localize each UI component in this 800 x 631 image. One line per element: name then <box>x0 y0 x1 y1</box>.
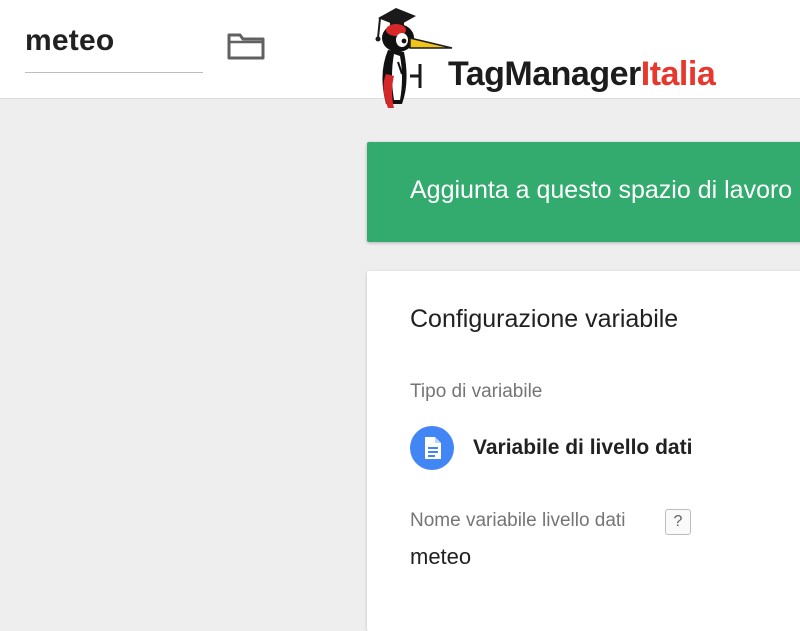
variable-name-field[interactable]: meteo <box>25 22 203 73</box>
variable-name-value[interactable]: meteo <box>25 24 114 58</box>
variable-type-label: Tipo di variabile <box>410 381 543 402</box>
logo-text-accent: Italia <box>640 55 716 93</box>
variable-type-value: Variabile di livello dati <box>473 436 693 459</box>
card-title: Configurazione variabile <box>410 305 679 333</box>
woodpecker-mascot-icon <box>375 8 453 108</box>
logo-wordmark: TagManagerItalia <box>448 55 716 94</box>
data-layer-variable-name-label: Nome variabile livello dati <box>410 510 626 531</box>
folder-button[interactable] <box>226 30 266 60</box>
top-bar: meteo TagManagerItalia <box>0 0 800 108</box>
data-layer-variable-name-value: meteo <box>410 544 472 569</box>
success-banner: Aggiunta a questo spazio di lavoro <box>367 142 800 242</box>
variable-configuration-card[interactable]: Configurazione variabile Tipo di variabi… <box>367 271 800 631</box>
logo-text-dark: TagManager <box>448 55 641 93</box>
banner-text: Aggiunta a questo spazio di lavoro <box>410 176 793 204</box>
help-icon[interactable]: ? <box>665 509 691 535</box>
variable-type-badge <box>410 426 454 470</box>
tag-manager-italia-logo: TagManagerItalia <box>368 4 778 112</box>
folder-icon <box>227 33 265 60</box>
document-icon <box>425 437 441 459</box>
